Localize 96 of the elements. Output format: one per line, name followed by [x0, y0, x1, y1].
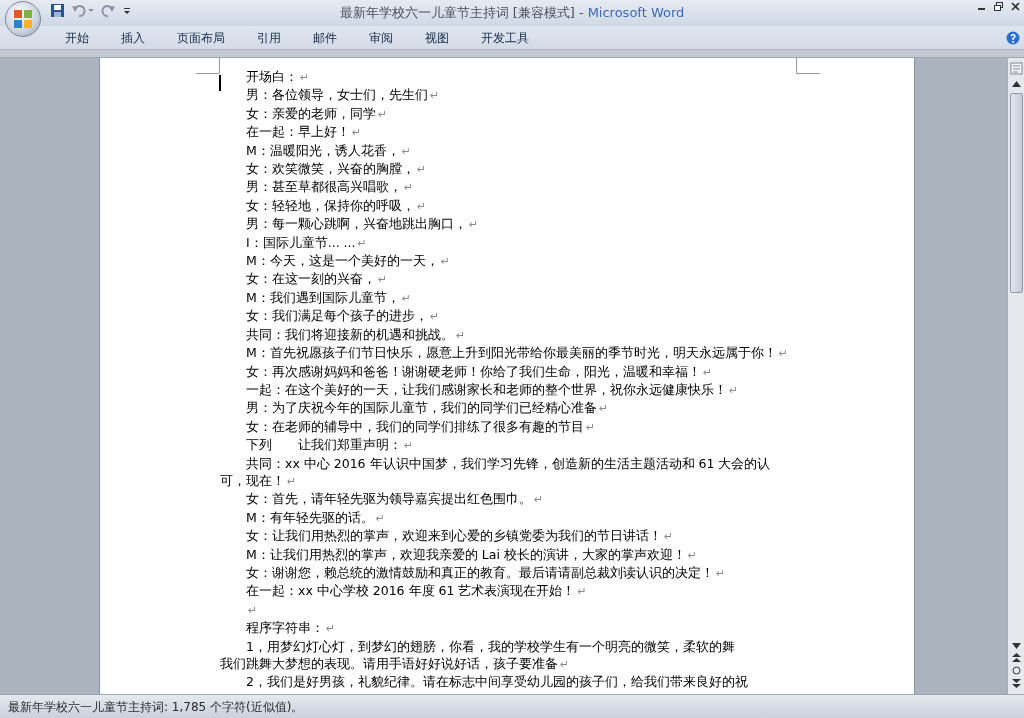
paragraph-mark: ↵: [287, 474, 297, 488]
document-line: 开场白：: [246, 69, 298, 84]
scroll-up-icon[interactable]: [1011, 81, 1021, 87]
ribbon-tab[interactable]: 开始: [52, 25, 102, 50]
paragraph-mark: ↵: [599, 402, 609, 416]
redo-icon[interactable]: [101, 3, 116, 18]
crop-mark: [796, 58, 820, 74]
document-line: 2，我们是好男孩，礼貌纪律。请在标志中间享受幼儿园的孩子们，给我们带来良好的祝: [246, 674, 748, 690]
ribbon-tab[interactable]: 审阅: [356, 25, 406, 50]
document-line: M：让我们用热烈的掌声，欢迎我亲爱的 Lai 校长的演讲，大家的掌声欢迎！: [246, 546, 686, 562]
paragraph-mark: ↵: [440, 255, 450, 269]
ribbon-tab[interactable]: 开发工具: [468, 25, 542, 50]
undo-icon[interactable]: [71, 3, 95, 18]
vertical-scrollbar[interactable]: [1007, 58, 1024, 694]
document-line: 女：我们满足每个孩子的进步，: [246, 308, 428, 324]
document-line: 女：首先，请年轻先驱为领导嘉宾提出红色围巾。: [246, 491, 532, 507]
paragraph-mark: ↵: [534, 493, 544, 507]
paragraph-mark: ↵: [687, 548, 698, 562]
paragraph-mark: ↵: [401, 144, 411, 158]
document-line: M：我们遇到国际儿童节，: [246, 289, 400, 305]
paragraph-mark: ↵: [378, 273, 388, 287]
paragraph-mark: ↵: [375, 511, 385, 525]
document-line: 男：甚至草都很高兴唱歌，: [246, 179, 402, 195]
paragraph-mark: ↵: [664, 530, 674, 544]
document-line: 可，现在！: [220, 472, 285, 488]
paragraph-mark: ↵: [586, 420, 596, 434]
browse-object-icon[interactable]: [1011, 666, 1021, 675]
window-title: 最新年学校六一儿童节主持词 [兼容模式]: [339, 4, 575, 23]
ribbon-tab[interactable]: 邮件: [300, 25, 350, 50]
document-line: 在一起：早上好！: [246, 124, 350, 140]
paragraph-mark: ↵: [417, 199, 427, 213]
document-line: 女：谢谢您，赖总统的激情鼓励和真正的教育。最后请请副总裁刘读认识的决定！: [246, 564, 714, 580]
app-name: Microsoft Word: [587, 4, 685, 23]
paragraph-mark: ↵: [300, 71, 310, 84]
document-line: M：温暖阳光，诱人花香，: [246, 142, 400, 158]
document-line: 1，用梦幻灯心灯，到梦幻的翅膀，你看，我的学校学生有一个明亮的微笑，柔软的舞: [246, 638, 735, 654]
document-line: I：国际儿童节... ...: [246, 234, 356, 250]
help-icon[interactable]: [1006, 31, 1020, 45]
paragraph-mark: ↵: [729, 383, 739, 397]
document-line: 女：欢笑微笑，兴奋的胸膛，: [246, 161, 415, 177]
crop-mark: [196, 58, 220, 74]
paragraph-mark: ↵: [469, 218, 479, 232]
ribbon-tab[interactable]: 页面布局: [164, 25, 238, 50]
document-line: 男：各位领导，女士们，先生们: [246, 87, 428, 103]
customize-toolbar-icon[interactable]: [122, 5, 132, 16]
document-line: 女：在老师的辅导中，我们的同学们排练了很多有趣的节目: [246, 418, 584, 434]
paragraph-mark: ↵: [560, 658, 570, 671]
paragraph-mark: ↵: [401, 291, 411, 305]
document-line: 共同：xx 中心 2016 年认识中国梦，我们学习先锋，创造新的生活主题活动和 61 大会的认: [246, 455, 771, 471]
ruler-toggle-icon[interactable]: [1009, 62, 1023, 75]
paragraph-mark: ↵: [430, 89, 440, 103]
document-line: 程序字符串：: [246, 620, 324, 636]
paragraph-mark: ↵: [378, 107, 388, 121]
paragraph-mark: ↵: [357, 236, 367, 250]
document-line: 女：亲爱的老师，同学: [246, 105, 376, 121]
document-line: M：有年轻先驱的话。: [246, 509, 374, 525]
paragraph-mark: ↵: [248, 603, 258, 617]
previous-page-icon[interactable]: [1011, 653, 1021, 662]
paragraph-mark: ↵: [326, 622, 336, 636]
paragraph-mark: ↵: [417, 163, 427, 177]
scroll-down-icon[interactable]: [1011, 643, 1021, 649]
close-icon[interactable]: [1011, 2, 1020, 11]
document-line: 男：为了庆祝今年的国际儿童节，我们的同学们已经精心准备: [246, 400, 597, 416]
paragraph-mark: ↵: [404, 181, 414, 195]
restore-icon[interactable]: [994, 2, 1003, 11]
paragraph-mark: ↵: [703, 365, 713, 379]
status-text: 最新年学校六一儿童节主持词: 1,785 个字符(近似值)。: [8, 698, 304, 716]
document-line: 女：轻轻地，保持你的呼吸，: [246, 197, 415, 213]
document-line: 我们跳舞大梦想的表现。请用手语好好说好话，孩子要准备: [220, 656, 558, 671]
paragraph-mark: ↵: [577, 585, 587, 599]
text-cursor: [219, 75, 221, 91]
ribbon-tab[interactable]: 视图: [412, 25, 462, 50]
next-page-icon[interactable]: [1011, 679, 1021, 688]
document-line: 在一起：xx 中心学校 2016 年度 61 艺术表演现在开始！: [246, 583, 576, 599]
scrollbar-thumb[interactable]: [1009, 93, 1023, 293]
paragraph-mark: ↵: [456, 328, 466, 342]
document-line: M：今天，这是一个美好的一天，: [246, 253, 439, 269]
document-line: 女：让我们用热烈的掌声，欢迎来到心爱的乡镇党委为我们的节日讲话！: [246, 528, 662, 544]
document-line: 女：在这一刻的兴奋，: [246, 271, 376, 287]
ribbon-tab[interactable]: 插入: [108, 25, 158, 50]
document-line: 女：再次感谢妈妈和爸爸！谢谢硬老师！你给了我们生命，阳光，温暖和幸福！: [246, 363, 701, 379]
ribbon-tab[interactable]: 引用: [244, 25, 294, 50]
document-line: 共同：我们将迎接新的机遇和挑战。: [246, 326, 454, 342]
document-line: 一起：在这个美好的一天，让我们感谢家长和老师的整个世界，祝你永远健康快乐！: [246, 381, 727, 397]
office-logo-icon: [12, 8, 34, 30]
paragraph-mark: ↵: [716, 566, 726, 580]
paragraph-mark: ↵: [404, 439, 414, 453]
document-line: M：首先祝愿孩子们节日快乐，愿意上升到阳光带给你最美丽的季节时光，明天永远属于你！: [246, 345, 777, 361]
save-icon[interactable]: [50, 3, 65, 18]
document-line: 下列 让我们郑重声明：: [246, 437, 402, 453]
paragraph-mark: ↵: [778, 347, 788, 361]
document-line: 男：每一颗心跳啊，兴奋地跳出胸口，: [246, 216, 467, 232]
paragraph-mark: ↵: [430, 310, 440, 324]
title-separator: -: [578, 4, 584, 23]
office-button[interactable]: [5, 1, 41, 37]
paragraph-mark: ↵: [352, 126, 362, 140]
